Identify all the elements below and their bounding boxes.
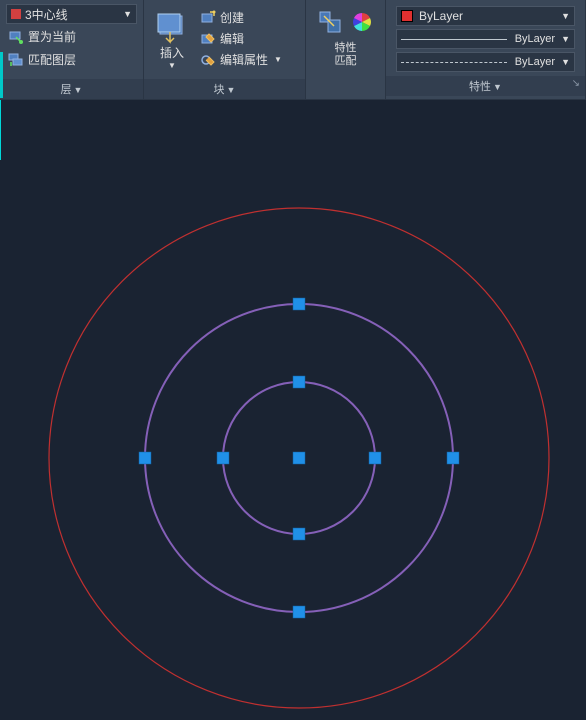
lineweight-dropdown[interactable]: ByLayer ▼ bbox=[396, 29, 575, 49]
layer-current-name: 3中心线 bbox=[25, 6, 68, 23]
create-block-label: 创建 bbox=[220, 9, 244, 26]
color-value: ByLayer bbox=[419, 9, 463, 23]
set-current-layer-button[interactable]: 置为当前 bbox=[6, 26, 137, 47]
match-properties-button[interactable] bbox=[316, 8, 344, 36]
chevron-down-icon: ▼ bbox=[74, 85, 83, 95]
drawing-canvas[interactable] bbox=[0, 100, 586, 720]
grip-inner-left[interactable] bbox=[217, 452, 229, 464]
edit-attr-label: 编辑属性 bbox=[220, 51, 268, 68]
layer-dropdown[interactable]: 3中心线 ▼ bbox=[6, 4, 137, 24]
match-properties-icon bbox=[318, 10, 342, 34]
chevron-down-icon: ▼ bbox=[561, 57, 570, 67]
set-current-label: 置为当前 bbox=[28, 28, 76, 45]
grip-inner-bottom[interactable] bbox=[293, 528, 305, 540]
grip-inner-top[interactable] bbox=[293, 376, 305, 388]
properties-panel: ByLayer ▼ ByLayer ▼ ByLayer ▼ 特性▼ ↘ bbox=[386, 0, 586, 99]
dialog-launcher-icon[interactable]: ↘ bbox=[572, 78, 580, 89]
lineweight-value: ByLayer bbox=[507, 33, 555, 45]
block-panel: 插入 ▼ 创建 编辑 bbox=[144, 0, 306, 99]
layer-panel-title[interactable]: 层▼ bbox=[0, 79, 143, 99]
block-panel-title[interactable]: 块▼ bbox=[144, 79, 305, 99]
layer-panel: 3中心线 ▼ 置为当前 匹配图层 层▼ bbox=[0, 0, 144, 99]
chevron-down-icon: ▼ bbox=[227, 85, 236, 95]
linetype-value: ByLayer bbox=[507, 56, 555, 68]
create-block-icon bbox=[200, 10, 216, 26]
properties-panel-title[interactable]: 特性▼ ↘ bbox=[386, 76, 585, 96]
insert-block-button[interactable]: 插入 ▼ bbox=[150, 4, 194, 77]
viewport-indicator bbox=[0, 52, 3, 98]
edit-block-button[interactable]: 编辑 bbox=[198, 29, 299, 48]
layer-color-swatch bbox=[11, 9, 21, 19]
edit-block-label: 编辑 bbox=[220, 30, 244, 47]
linetype-preview-icon bbox=[401, 62, 507, 63]
insert-block-icon bbox=[156, 12, 188, 44]
grip-inner-right[interactable] bbox=[369, 452, 381, 464]
linetype-dropdown[interactable]: ByLayer ▼ bbox=[396, 52, 575, 72]
edit-block-icon bbox=[200, 31, 216, 47]
color-swatch-icon bbox=[401, 10, 413, 22]
chevron-down-icon: ▼ bbox=[561, 11, 570, 21]
insert-block-label: 插入 bbox=[160, 44, 184, 61]
grip-mid-left[interactable] bbox=[139, 452, 151, 464]
color-dropdown[interactable]: ByLayer ▼ bbox=[396, 6, 575, 26]
create-block-button[interactable]: 创建 bbox=[198, 8, 299, 27]
chevron-down-icon: ▼ bbox=[123, 9, 132, 19]
grip-mid-top[interactable] bbox=[293, 298, 305, 310]
edit-attr-icon bbox=[200, 52, 216, 68]
grip-mid-right[interactable] bbox=[447, 452, 459, 464]
match-props-label: 特性 匹配 bbox=[335, 42, 357, 68]
drawing-svg bbox=[0, 100, 586, 720]
grip-center[interactable] bbox=[293, 452, 305, 464]
match-layer-button[interactable]: 匹配图层 bbox=[6, 49, 137, 70]
set-current-icon bbox=[8, 29, 24, 45]
edit-attr-button[interactable]: 编辑属性 ▼ bbox=[198, 50, 299, 69]
lineweight-preview-icon bbox=[401, 39, 507, 40]
chevron-down-icon: ▼ bbox=[561, 34, 570, 44]
chevron-down-icon: ▼ bbox=[168, 61, 176, 70]
ribbon-toolbar: 3中心线 ▼ 置为当前 匹配图层 层▼ bbox=[0, 0, 586, 100]
color-wheel-button[interactable] bbox=[348, 8, 376, 36]
chevron-down-icon: ▼ bbox=[493, 82, 502, 92]
match-layer-label: 匹配图层 bbox=[28, 51, 76, 68]
match-layer-icon bbox=[8, 52, 24, 68]
grip-mid-bottom[interactable] bbox=[293, 606, 305, 618]
match-properties-panel: 特性 匹配 bbox=[306, 0, 386, 99]
chevron-down-icon: ▼ bbox=[274, 55, 282, 64]
color-wheel-icon bbox=[350, 10, 374, 34]
